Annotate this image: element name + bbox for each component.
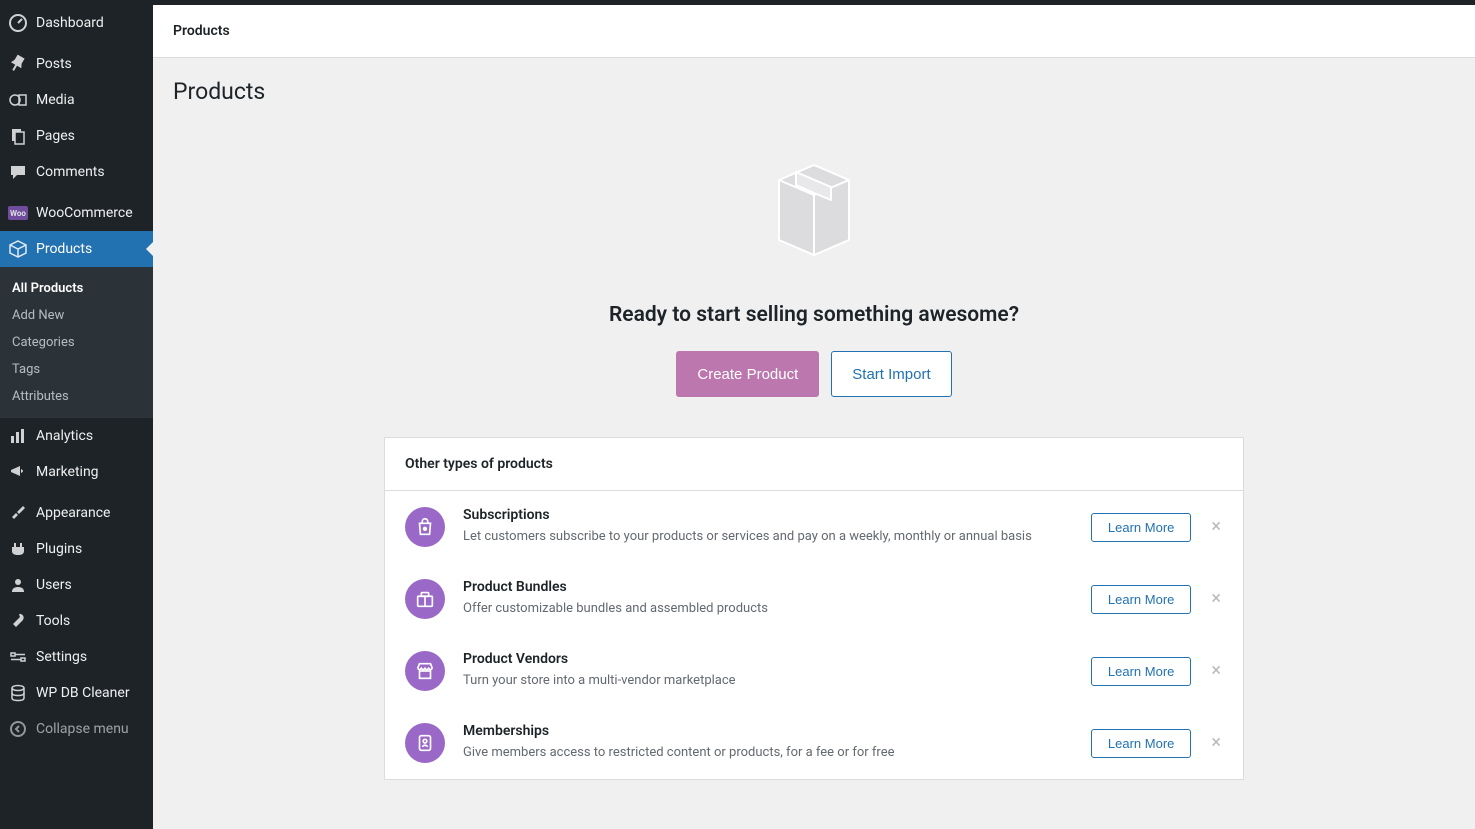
page-title: Products [173,78,1455,105]
sidebar-item-media[interactable]: Media [0,82,153,118]
product-type-title: Product Bundles [463,579,1073,595]
sidebar-item-analytics[interactable]: Analytics [0,418,153,454]
sidebar-item-dashboard[interactable]: Dashboard [0,5,153,41]
product-type-title: Subscriptions [463,507,1073,523]
appearance-icon [8,503,28,523]
sidebar-item-label: Appearance [36,505,110,521]
sidebar-item-label: Dashboard [36,15,104,31]
sidebar-item-label: Marketing [36,464,99,480]
learn-more-button[interactable]: Learn More [1091,585,1191,614]
product-type-row: Product Vendors Turn your store into a m… [385,635,1243,707]
comment-icon [8,162,28,182]
plugins-icon [8,539,28,559]
analytics-icon [8,426,28,446]
learn-more-button[interactable]: Learn More [1091,729,1191,758]
create-product-button[interactable]: Create Product [676,351,819,397]
start-import-button[interactable]: Start Import [831,351,951,397]
sidebar-item-posts[interactable]: Posts [0,46,153,82]
product-type-row: Product Bundles Offer customizable bundl… [385,563,1243,635]
main-content: Products Products Ready to start selling… [153,5,1475,829]
sidebar-item-label: Products [36,241,92,257]
submenu-all-products[interactable]: All Products [0,275,153,302]
learn-more-button[interactable]: Learn More [1091,657,1191,686]
product-type-desc: Give members access to restricted conten… [463,743,1073,763]
other-products-panel: Other types of products Subscriptions Le… [384,437,1244,780]
submenu-tags[interactable]: Tags [0,356,153,383]
sidebar-item-label: Comments [36,164,105,180]
submenu-categories[interactable]: Categories [0,329,153,356]
tools-icon [8,611,28,631]
sidebar-item-appearance[interactable]: Appearance [0,495,153,531]
sidebar-item-users[interactable]: Users [0,567,153,603]
sidebar-item-plugins[interactable]: Plugins [0,531,153,567]
product-icon [8,239,28,259]
submenu-attributes[interactable]: Attributes [0,383,153,410]
products-submenu: All Products Add New Categories Tags Att… [0,267,153,418]
sidebar-item-label: WooCommerce [36,205,133,221]
marketing-icon [8,462,28,482]
close-icon[interactable]: × [1209,662,1223,680]
sidebar-item-label: Pages [36,128,75,144]
sidebar-item-label: WP DB Cleaner [36,685,130,701]
admin-sidebar: Dashboard Posts Media Pages Comments Woo [0,5,153,829]
sidebar-item-label: Settings [36,649,87,665]
store-icon [405,651,445,691]
product-type-row: Memberships Give members access to restr… [385,707,1243,779]
sidebar-item-label: Users [36,577,72,593]
empty-state: Ready to start selling something awesome… [384,145,1244,397]
sidebar-item-marketing[interactable]: Marketing [0,454,153,490]
dashboard-icon [8,13,28,33]
sidebar-item-products[interactable]: Products [0,231,153,267]
breadcrumb: Products [173,23,230,39]
settings-icon [8,647,28,667]
panel-title: Other types of products [385,438,1243,491]
bag-icon [405,507,445,547]
product-type-title: Memberships [463,723,1073,739]
empty-box-icon [759,145,869,275]
sidebar-item-tools[interactable]: Tools [0,603,153,639]
product-type-desc: Offer customizable bundles and assembled… [463,599,1073,619]
sidebar-item-pages[interactable]: Pages [0,118,153,154]
users-icon [8,575,28,595]
bundle-icon [405,579,445,619]
product-type-title: Product Vendors [463,651,1073,667]
db-icon [8,683,28,703]
close-icon[interactable]: × [1209,518,1223,536]
sidebar-item-label: Plugins [36,541,82,557]
sidebar-item-collapse[interactable]: Collapse menu [0,711,153,747]
sidebar-item-woocommerce[interactable]: Woo WooCommerce [0,195,153,231]
submenu-add-new[interactable]: Add New [0,302,153,329]
close-icon[interactable]: × [1209,734,1223,752]
empty-headline: Ready to start selling something awesome… [384,303,1244,327]
sidebar-item-label: Analytics [36,428,93,444]
sidebar-item-label: Posts [36,56,72,72]
sidebar-item-label: Collapse menu [36,721,129,737]
sidebar-item-label: Media [36,92,75,108]
pin-icon [8,54,28,74]
media-icon [8,90,28,110]
sidebar-item-settings[interactable]: Settings [0,639,153,675]
badge-icon [405,723,445,763]
header-bar: Products [153,5,1475,58]
pages-icon [8,126,28,146]
product-type-desc: Let customers subscribe to your products… [463,527,1073,547]
sidebar-item-label: Tools [36,613,70,629]
learn-more-button[interactable]: Learn More [1091,513,1191,542]
woo-icon: Woo [8,203,28,223]
product-type-desc: Turn your store into a multi-vendor mark… [463,671,1073,691]
product-type-row: Subscriptions Let customers subscribe to… [385,491,1243,563]
close-icon[interactable]: × [1209,590,1223,608]
sidebar-item-wp-db-cleaner[interactable]: WP DB Cleaner [0,675,153,711]
sidebar-item-comments[interactable]: Comments [0,154,153,190]
collapse-icon [8,719,28,739]
